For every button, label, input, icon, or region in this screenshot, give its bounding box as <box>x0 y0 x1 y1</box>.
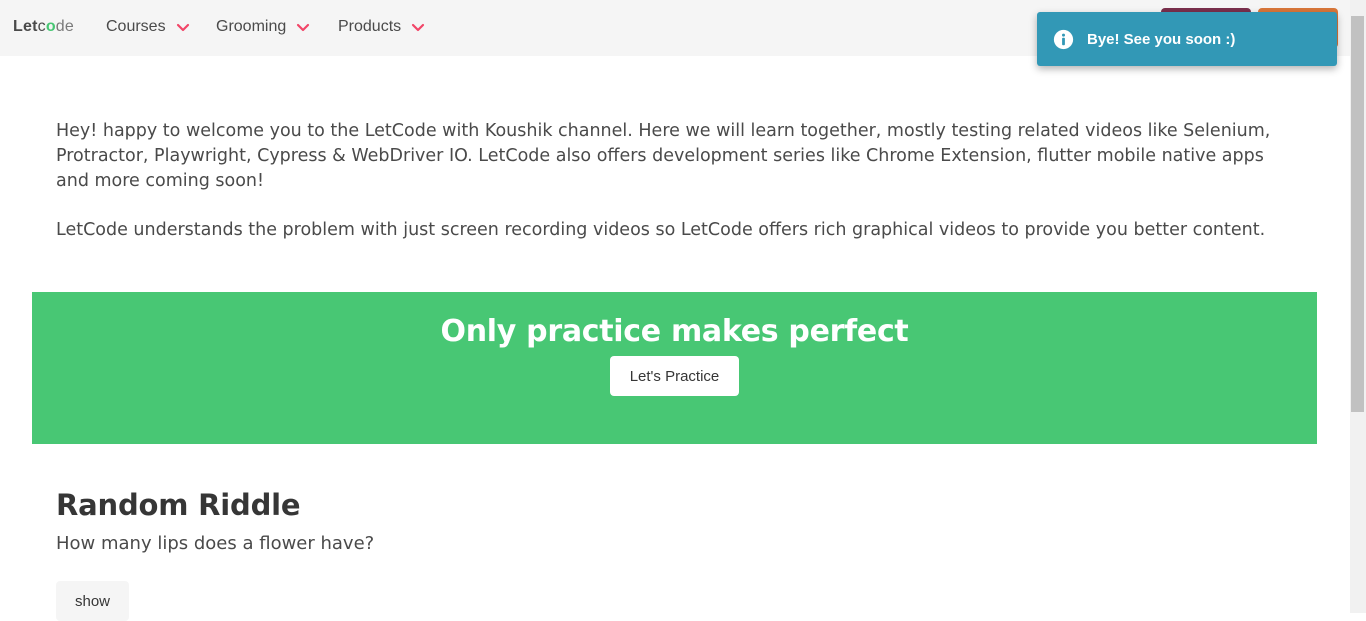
page-scrollbar[interactable] <box>1350 0 1366 613</box>
riddle-title: Random Riddle <box>56 488 301 522</box>
nav-item-grooming-label: Grooming <box>216 18 287 35</box>
brand-logo-text-let: Let <box>13 18 38 35</box>
lets-practice-button[interactable]: Let's Practice <box>610 356 739 396</box>
nav-item-grooming[interactable]: Grooming <box>216 18 311 36</box>
show-answer-button[interactable]: show <box>56 581 129 621</box>
nav-item-products-label: Products <box>338 18 402 35</box>
hero-title: Only practice makes perfect <box>440 314 909 349</box>
riddle-question: How many lips does a flower have? <box>56 533 375 554</box>
brand-logo[interactable]: Letcode <box>13 18 74 36</box>
brand-logo-text-de: de <box>55 18 74 35</box>
intro-paragraph-2: LetCode understands the problem with jus… <box>56 220 1266 240</box>
info-icon <box>1053 29 1074 49</box>
toast-message: Bye! See you soon :) <box>1087 30 1236 48</box>
brand-logo-text-c: c <box>37 18 46 35</box>
toast-notification[interactable]: Bye! See you soon :) <box>1037 12 1337 66</box>
chevron-down-icon <box>412 23 425 32</box>
intro-paragraph-1: Hey! happy to welcome you to the LetCode… <box>56 121 1271 191</box>
intro-section: Hey! happy to welcome you to the LetCode… <box>56 119 1296 243</box>
practice-hero: Only practice makes perfect Let's Practi… <box>32 292 1317 444</box>
nav-item-courses[interactable]: Courses <box>106 18 191 36</box>
nav-item-courses-label: Courses <box>106 18 166 35</box>
scrollbar-thumb[interactable] <box>1351 16 1364 412</box>
nav-item-products[interactable]: Products <box>338 18 426 36</box>
chevron-down-icon <box>176 23 189 32</box>
chevron-down-icon <box>297 23 310 32</box>
brand-logo-text-o: o <box>45 18 56 35</box>
